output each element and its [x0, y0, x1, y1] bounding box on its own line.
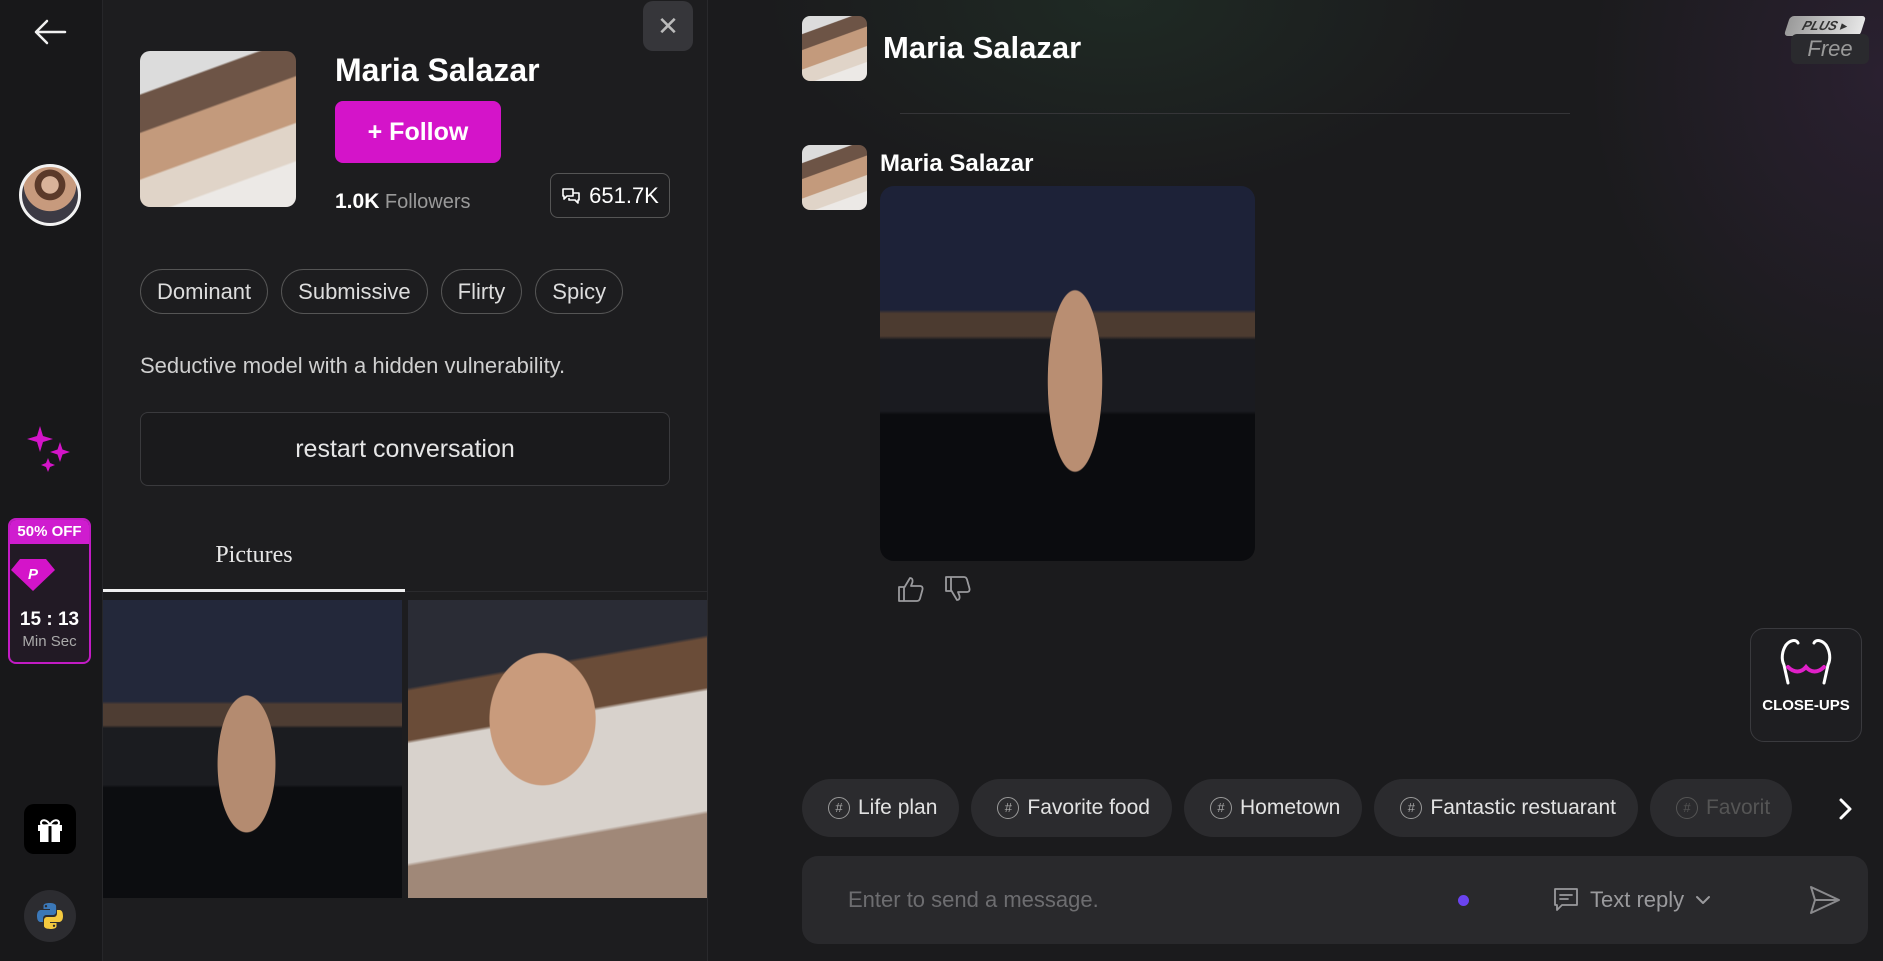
- tag-submissive[interactable]: Submissive: [281, 269, 428, 314]
- close-ups-label: CLOSE-UPS: [1762, 697, 1850, 714]
- topic-chip[interactable]: # Hometown: [1183, 779, 1363, 837]
- left-rail: 50% OFF P 15 : 13 Min Sec: [0, 0, 103, 961]
- plan-status: Free: [1791, 34, 1869, 64]
- close-icon: ✕: [657, 10, 679, 41]
- hash-icon: #: [997, 797, 1020, 819]
- restart-conversation-button[interactable]: restart conversation: [140, 412, 670, 486]
- chat-header-avatar[interactable]: [802, 16, 867, 81]
- app-root: 50% OFF P 15 : 13 Min Sec ✕ Maria Salaza…: [0, 0, 1883, 961]
- discount-promo[interactable]: 50% OFF P 15 : 13 Min Sec: [8, 518, 91, 664]
- hash-icon: #: [1400, 797, 1423, 819]
- topic-label: Life plan: [858, 796, 938, 819]
- message-image[interactable]: [880, 186, 1255, 561]
- topic-chip[interactable]: # Favorite food: [971, 779, 1172, 837]
- followers-count: 1.0K Followers: [335, 190, 471, 214]
- sparkles-icon[interactable]: [26, 424, 74, 474]
- premium-gem-icon: P: [11, 559, 55, 591]
- close-ups-icon: [1780, 639, 1832, 685]
- profile-panel: ✕ Maria Salazar + Follow 1.0K Followers …: [103, 0, 708, 961]
- close-panel-button[interactable]: ✕: [643, 1, 693, 51]
- personality-tags: Dominant Submissive Flirty Spicy: [140, 269, 624, 314]
- send-icon[interactable]: [1807, 882, 1843, 918]
- thumbs-down-icon[interactable]: [943, 575, 973, 603]
- tag-flirty[interactable]: Flirty: [440, 269, 523, 314]
- chat-header-name: Maria Salazar: [883, 30, 1082, 65]
- topic-label: Favorit: [1705, 796, 1771, 819]
- followers-number: 1.0K: [335, 190, 380, 213]
- thumbs-up-icon[interactable]: [896, 575, 926, 603]
- svg-text:P: P: [28, 566, 39, 583]
- character-avatar[interactable]: [19, 164, 81, 226]
- hash-icon: #: [1675, 797, 1698, 819]
- topic-label: Hometown: [1239, 796, 1341, 819]
- promo-timer: 15 : 13: [19, 609, 80, 630]
- plan-badge[interactable]: PLUS ▸ Free: [1783, 14, 1873, 70]
- chat-area: Maria Salazar PLUS ▸ Free Maria Salazar …: [708, 0, 1883, 961]
- topic-label: Favorite food: [1027, 796, 1150, 819]
- tab-divider: [405, 591, 708, 592]
- topic-label: Fantastic restuarant: [1430, 796, 1616, 819]
- gift-icon: [38, 819, 62, 842]
- plus-badge: PLUS ▸: [1783, 16, 1867, 36]
- gallery-picture-2[interactable]: [408, 600, 707, 898]
- tag-spicy[interactable]: Spicy: [535, 269, 624, 314]
- followers-label: Followers: [384, 191, 471, 213]
- topic-chip[interactable]: # Favorit: [1649, 779, 1793, 837]
- close-ups-button[interactable]: CLOSE-UPS: [1750, 628, 1862, 742]
- chevron-right-icon[interactable]: [1830, 792, 1860, 826]
- python-logo-icon: [37, 903, 63, 929]
- hash-icon: #: [1209, 797, 1232, 819]
- status-dot: [1458, 895, 1469, 906]
- message-sender: Maria Salazar: [880, 150, 1034, 177]
- tab-pictures[interactable]: Pictures: [103, 530, 405, 592]
- message-count-badge: 651.7K: [550, 173, 670, 218]
- gallery-picture-1[interactable]: [103, 600, 402, 898]
- promo-discount: 50% OFF: [10, 520, 89, 544]
- chevron-down-icon: [1696, 896, 1711, 904]
- chat-bubbles-icon: [562, 187, 580, 204]
- promo-timer-unit: Min Sec: [22, 633, 77, 650]
- topic-chip[interactable]: # Life plan: [802, 779, 960, 837]
- message-count: 651.7K: [589, 182, 659, 208]
- topic-suggestions: # Life plan # Favorite food # Hometown # Fan…: [802, 779, 1832, 837]
- reply-mode-label: Text reply: [1590, 887, 1685, 912]
- message-input[interactable]: [848, 880, 1408, 920]
- header-divider: [900, 113, 1570, 114]
- tag-dominant[interactable]: Dominant: [140, 269, 269, 314]
- gift-button[interactable]: [24, 804, 76, 854]
- user-account-button[interactable]: [24, 890, 76, 942]
- message-icon: [1554, 888, 1578, 911]
- follow-button[interactable]: + Follow: [335, 101, 501, 163]
- topic-chip[interactable]: # Fantastic restuarant: [1374, 779, 1638, 837]
- profile-name: Maria Salazar: [335, 52, 540, 88]
- hash-icon: #: [828, 797, 850, 819]
- back-arrow-icon[interactable]: [33, 18, 67, 46]
- message-avatar[interactable]: [802, 145, 867, 210]
- profile-photo: [140, 51, 296, 207]
- message-composer: Text reply: [802, 856, 1868, 944]
- profile-description: Seductive model with a hidden vulnerabil…: [140, 353, 566, 378]
- reply-mode-select[interactable]: Text reply: [1552, 880, 1712, 920]
